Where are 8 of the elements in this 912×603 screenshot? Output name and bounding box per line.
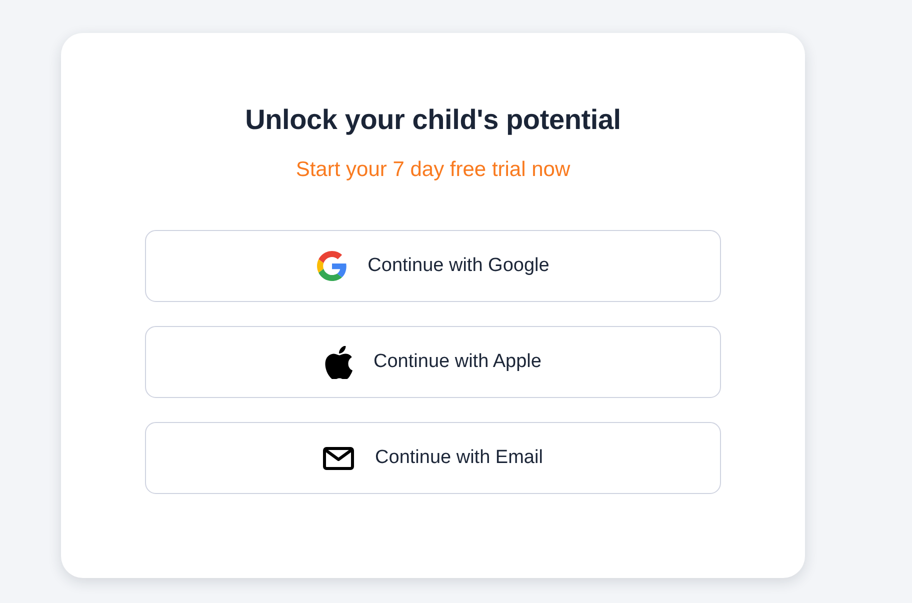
card-title: Unlock your child's potential <box>245 103 621 137</box>
google-g-icon <box>316 251 347 281</box>
envelope-icon <box>323 446 354 470</box>
apple-logo-icon <box>324 346 353 378</box>
trial-subtitle: Start your 7 day free trial now <box>296 157 570 183</box>
google-sign-in-button[interactable]: Continue with Google <box>145 230 721 302</box>
apple-sign-in-button[interactable]: Continue with Apple <box>145 326 721 398</box>
email-sign-in-button[interactable]: Continue with Email <box>145 422 721 494</box>
